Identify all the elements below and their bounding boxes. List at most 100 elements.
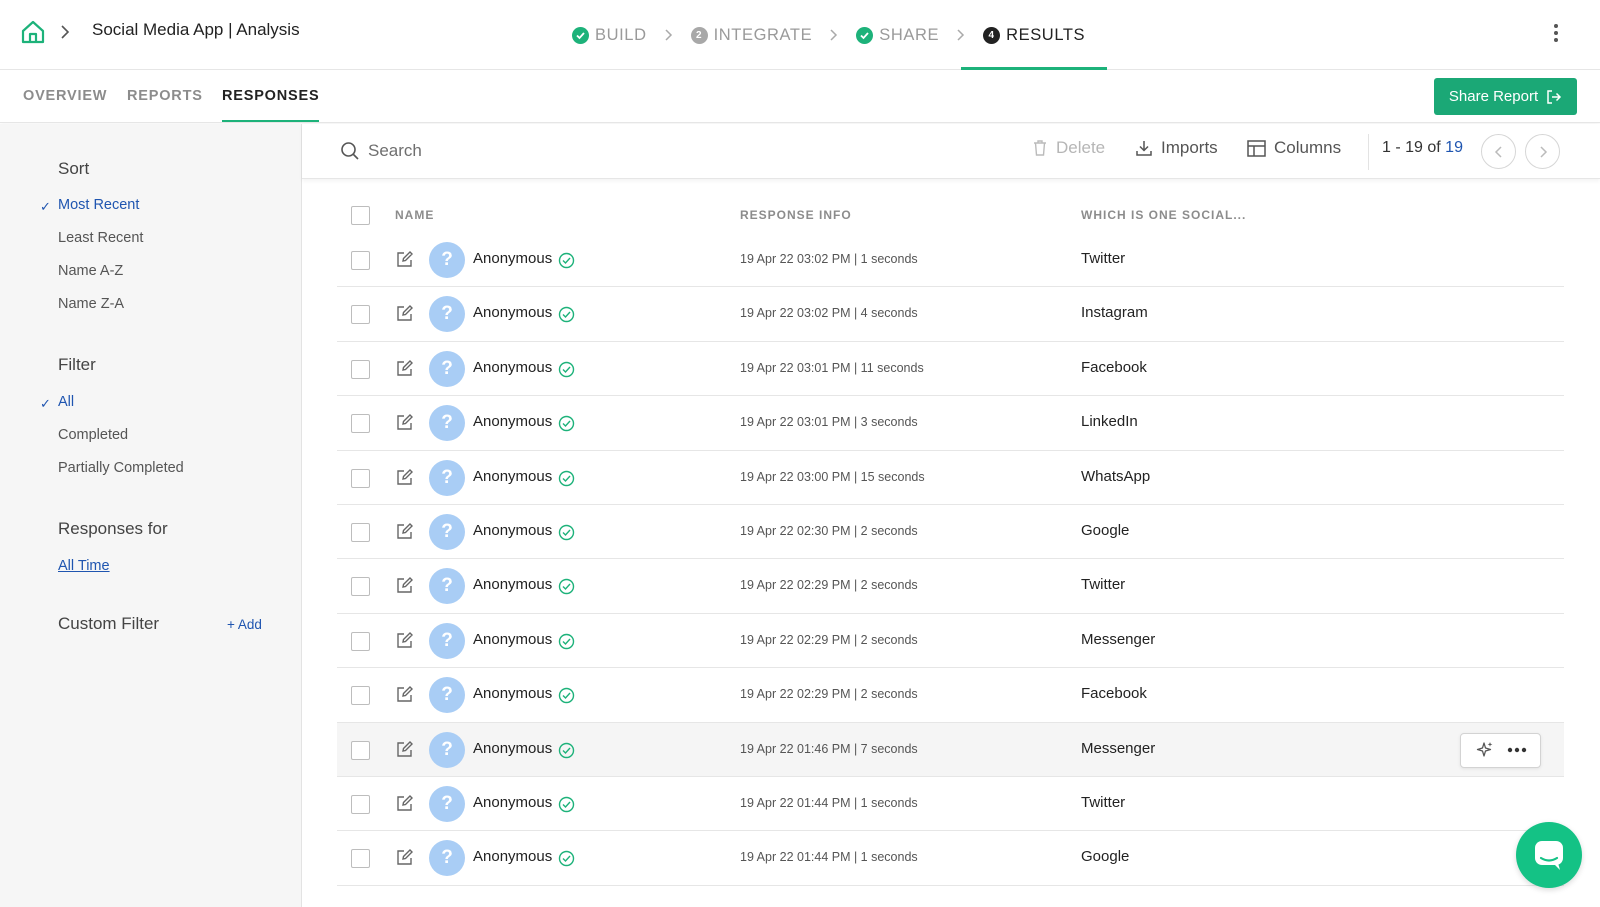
page-range: 1 - 19: [1382, 139, 1423, 156]
row-checkbox[interactable]: [351, 468, 370, 488]
sidebar: Sort ✓ Most Recent Least Recent Name A-Z…: [0, 124, 302, 907]
question-mark-icon: ?: [441, 738, 453, 760]
respondent-name[interactable]: Anonymous: [473, 848, 552, 865]
row-checkbox[interactable]: [351, 686, 370, 706]
respondent-name[interactable]: Anonymous: [473, 468, 552, 485]
share-report-label: Share Report: [1448, 88, 1539, 105]
columns-button[interactable]: Columns: [1247, 138, 1341, 158]
table-toolbar: Delete Imports Columns 1 - 19 of 19: [302, 124, 1600, 179]
row-checkbox[interactable]: [351, 251, 370, 270]
chat-button[interactable]: [1516, 822, 1582, 888]
more-options-button[interactable]: [1507, 747, 1527, 753]
respondent-name[interactable]: Anonymous: [473, 522, 552, 539]
filter-partially-completed[interactable]: Partially Completed: [58, 460, 184, 476]
sort-least-recent[interactable]: Least Recent: [58, 230, 143, 246]
respondent-name[interactable]: Anonymous: [473, 359, 552, 376]
row-checkbox[interactable]: [351, 305, 370, 325]
table-row[interactable]: ? Anonymous 19 Apr 22 02:29 PM | 2 seconds…: [337, 668, 1564, 723]
edit-icon[interactable]: [395, 631, 414, 650]
row-checkbox[interactable]: [351, 631, 370, 651]
respondent-name[interactable]: Anonymous: [473, 413, 552, 430]
response-answer: Twitter: [1081, 793, 1126, 811]
edit-icon[interactable]: [395, 522, 414, 541]
export-icon: [1547, 89, 1562, 104]
table-row[interactable]: ? Anonymous 19 Apr 22 01:44 PM | 1 seconds…: [337, 777, 1564, 832]
completed-check-icon: [558, 524, 575, 541]
more-vertical-icon[interactable]: [1552, 22, 1560, 44]
column-header-name[interactable]: NAME: [395, 208, 434, 222]
row-checkbox[interactable]: [351, 794, 370, 814]
column-header-question[interactable]: WHICH IS ONE SOCIAL...: [1081, 208, 1246, 222]
sort-name-z-a[interactable]: Name Z-A: [58, 296, 124, 312]
respondent-name[interactable]: Anonymous: [473, 685, 552, 702]
download-icon: [1136, 141, 1152, 156]
table-row[interactable]: ? Anonymous 19 Apr 22 01:46 PM | 7 seconds…: [337, 722, 1564, 777]
table-row[interactable]: ? Anonymous 19 Apr 22 02:29 PM | 2 seconds…: [337, 614, 1564, 669]
add-custom-filter-button[interactable]: + Add: [227, 617, 262, 632]
step-number-badge: 2: [690, 26, 708, 44]
edit-icon[interactable]: [395, 576, 414, 595]
sparkle-button[interactable]: [1475, 740, 1495, 760]
step-integrate[interactable]: 2 INTEGRATE: [687, 0, 817, 70]
response-answer: Instagram: [1081, 304, 1148, 322]
time-range-link[interactable]: All Time: [58, 558, 110, 574]
table-row[interactable]: ? Anonymous 19 Apr 22 01:44 PM | 1 seconds…: [337, 831, 1564, 886]
row-checkbox[interactable]: [351, 849, 370, 869]
tab-overview[interactable]: OVERVIEW: [23, 88, 107, 104]
response-info: 19 Apr 22 03:01 PM | 11 seconds: [740, 360, 924, 375]
table-row[interactable]: ? Anonymous 19 Apr 22 03:00 PM | 15 second…: [337, 451, 1564, 505]
table-row[interactable]: ? Anonymous 19 Apr 22 02:29 PM | 2 seconds…: [337, 559, 1564, 614]
filter-completed[interactable]: Completed: [58, 427, 128, 443]
edit-icon[interactable]: [395, 359, 414, 378]
question-mark-icon: ?: [441, 249, 453, 270]
table-row[interactable]: ? Anonymous 19 Apr 22 02:30 PM | 2 seconds…: [337, 505, 1564, 560]
edit-icon[interactable]: [395, 794, 414, 813]
respondent-name[interactable]: Anonymous: [473, 576, 552, 593]
next-page-button[interactable]: [1525, 134, 1560, 169]
sort-name-a-z[interactable]: Name A-Z: [58, 263, 123, 279]
respondent-name[interactable]: Anonymous: [473, 794, 552, 811]
column-header-response-info[interactable]: RESPONSE INFO: [740, 208, 852, 222]
delete-button[interactable]: Delete: [1032, 138, 1105, 158]
search-input[interactable]: [368, 136, 928, 166]
edit-icon[interactable]: [395, 468, 414, 487]
respondent-name[interactable]: Anonymous: [473, 631, 552, 648]
home-icon[interactable]: [20, 19, 46, 45]
table-row[interactable]: ? Anonymous 19 Apr 22 03:01 PM | 3 seconds…: [337, 396, 1564, 451]
tab-reports[interactable]: REPORTS: [127, 88, 203, 104]
completed-check-icon: [558, 470, 575, 486]
question-mark-icon: ?: [441, 629, 453, 651]
respondent-name[interactable]: Anonymous: [473, 250, 552, 267]
row-checkbox[interactable]: [351, 522, 370, 542]
step-build[interactable]: BUILD: [568, 0, 651, 70]
respondent-name[interactable]: Anonymous: [473, 740, 552, 757]
edit-icon[interactable]: [395, 304, 414, 323]
edit-icon[interactable]: [395, 250, 414, 269]
respondent-name[interactable]: Anonymous: [473, 304, 552, 321]
share-report-button[interactable]: Share Report: [1434, 78, 1577, 115]
row-checkbox[interactable]: [351, 740, 370, 760]
step-results[interactable]: 4 RESULTS: [961, 0, 1108, 71]
imports-button[interactable]: Imports: [1135, 138, 1218, 158]
table-row[interactable]: ? Anonymous 19 Apr 22 03:02 PM | 1 seconds…: [337, 233, 1564, 288]
avatar: ?: [429, 840, 465, 877]
sort-most-recent[interactable]: Most Recent: [58, 197, 139, 213]
edit-icon[interactable]: [395, 413, 414, 432]
row-checkbox[interactable]: [351, 359, 370, 379]
filter-all[interactable]: All: [58, 394, 74, 410]
edit-icon[interactable]: [395, 848, 414, 867]
select-all-checkbox[interactable]: [351, 206, 370, 225]
previous-page-button[interactable]: [1481, 134, 1516, 169]
imports-label: Imports: [1161, 138, 1218, 157]
table-header: NAME RESPONSE INFO WHICH IS ONE SOCIAL..…: [337, 188, 1564, 233]
tab-responses[interactable]: RESPONSES: [222, 88, 320, 122]
table-row[interactable]: ? Anonymous 19 Apr 22 03:01 PM | 11 second…: [337, 342, 1564, 397]
responses-table: NAME RESPONSE INFO WHICH IS ONE SOCIAL..…: [337, 188, 1564, 886]
row-checkbox[interactable]: [351, 414, 370, 434]
question-mark-icon: ?: [441, 575, 453, 597]
edit-icon[interactable]: [395, 685, 414, 704]
edit-icon[interactable]: [395, 740, 414, 759]
table-row[interactable]: ? Anonymous 19 Apr 22 03:02 PM | 4 seconds…: [337, 287, 1564, 342]
step-share[interactable]: SHARE: [852, 0, 943, 70]
row-checkbox[interactable]: [351, 577, 370, 597]
